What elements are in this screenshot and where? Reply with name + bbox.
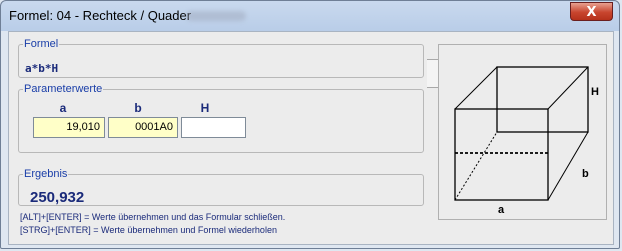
label-b: b — [582, 168, 589, 180]
hint-alt-enter: [ALT]+[ENTER] = Werte übernehmen und das… — [20, 212, 286, 222]
cuboid-back-face — [496, 66, 589, 133]
ergebnis-value: 250,932 — [30, 189, 85, 206]
ergebnis-legend: Ergebnis — [24, 168, 68, 180]
param-input-b[interactable]: 0001A0 — [108, 117, 178, 138]
parameter-group: Parameterwerte a b H 19,010 0001A0 — [18, 83, 424, 153]
dialog-client-area: Formel a*b*H Parameterwerte a b H 19,010… — [8, 31, 614, 245]
cuboid-diagram: H b a — [438, 44, 607, 220]
cuboid-drawing: H b a — [454, 66, 599, 216]
param-input-a[interactable]: 19,010 — [33, 117, 105, 138]
cuboid-edge — [547, 131, 589, 201]
window-title: Formel: 04 - Rechteck / Quader — [9, 8, 192, 23]
close-button[interactable]: X — [570, 2, 613, 21]
param-label-b: b — [134, 101, 142, 115]
cuboid-hidden-edge — [454, 131, 498, 201]
title-bar[interactable]: Formel: 04 - Rechteck / Quader X — [1, 1, 619, 31]
dialog-window: Formel: 04 - Rechteck / Quader X Formel … — [0, 0, 620, 249]
param-label-a: a — [59, 101, 67, 115]
formel-expression: a*b*H — [25, 62, 59, 75]
formel-group: Formel a*b*H — [18, 38, 424, 78]
formel-legend: Formel — [24, 38, 59, 50]
blurred-title-text — [186, 11, 246, 21]
param-input-h[interactable] — [181, 117, 246, 138]
label-h: H — [591, 86, 599, 98]
param-label-h: H — [200, 101, 210, 115]
hint-strg-enter: [STRG]+[ENTER] = Werte übernehmen und Fo… — [20, 225, 277, 235]
cuboid-edge — [547, 66, 589, 110]
close-icon: X — [586, 5, 597, 20]
cuboid-front-face — [454, 108, 549, 201]
cuboid-edge — [454, 66, 498, 110]
ergebnis-group: Ergebnis 250,932 — [18, 168, 424, 206]
parameter-legend: Parameterwerte — [24, 83, 103, 95]
label-a: a — [498, 204, 505, 216]
